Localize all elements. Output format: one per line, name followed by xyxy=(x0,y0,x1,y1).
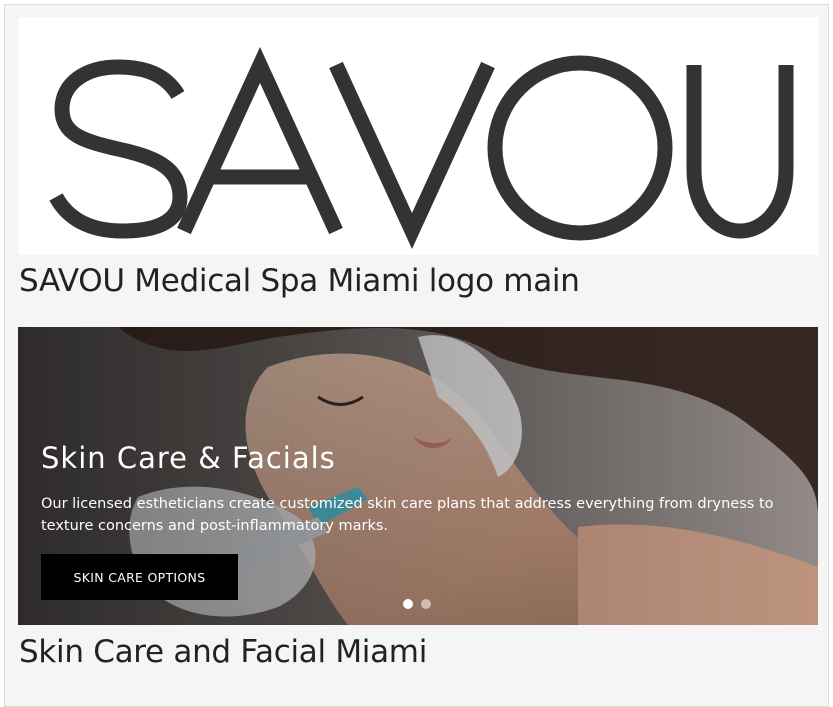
logo-caption: SAVOU Medical Spa Miami logo main xyxy=(19,263,580,299)
skin-care-options-button[interactable]: SKIN CARE OPTIONS xyxy=(41,554,238,600)
slide-dot-1[interactable] xyxy=(403,599,413,609)
media-gallery: SAVOU Medical Spa Miami logo main Skin C… xyxy=(4,4,829,707)
hero-title: Skin Care & Facials xyxy=(41,441,336,475)
hero-slider[interactable]: Skin Care & Facials Our licensed estheti… xyxy=(18,327,818,625)
savou-logo-image xyxy=(18,17,818,255)
slide-dot-2[interactable] xyxy=(421,599,431,609)
hero-description: Our licensed estheticians create customi… xyxy=(41,496,774,534)
savou-wordmark xyxy=(49,46,794,250)
slider-pagination xyxy=(403,599,431,609)
hero-caption: Skin Care and Facial Miami xyxy=(19,634,428,670)
